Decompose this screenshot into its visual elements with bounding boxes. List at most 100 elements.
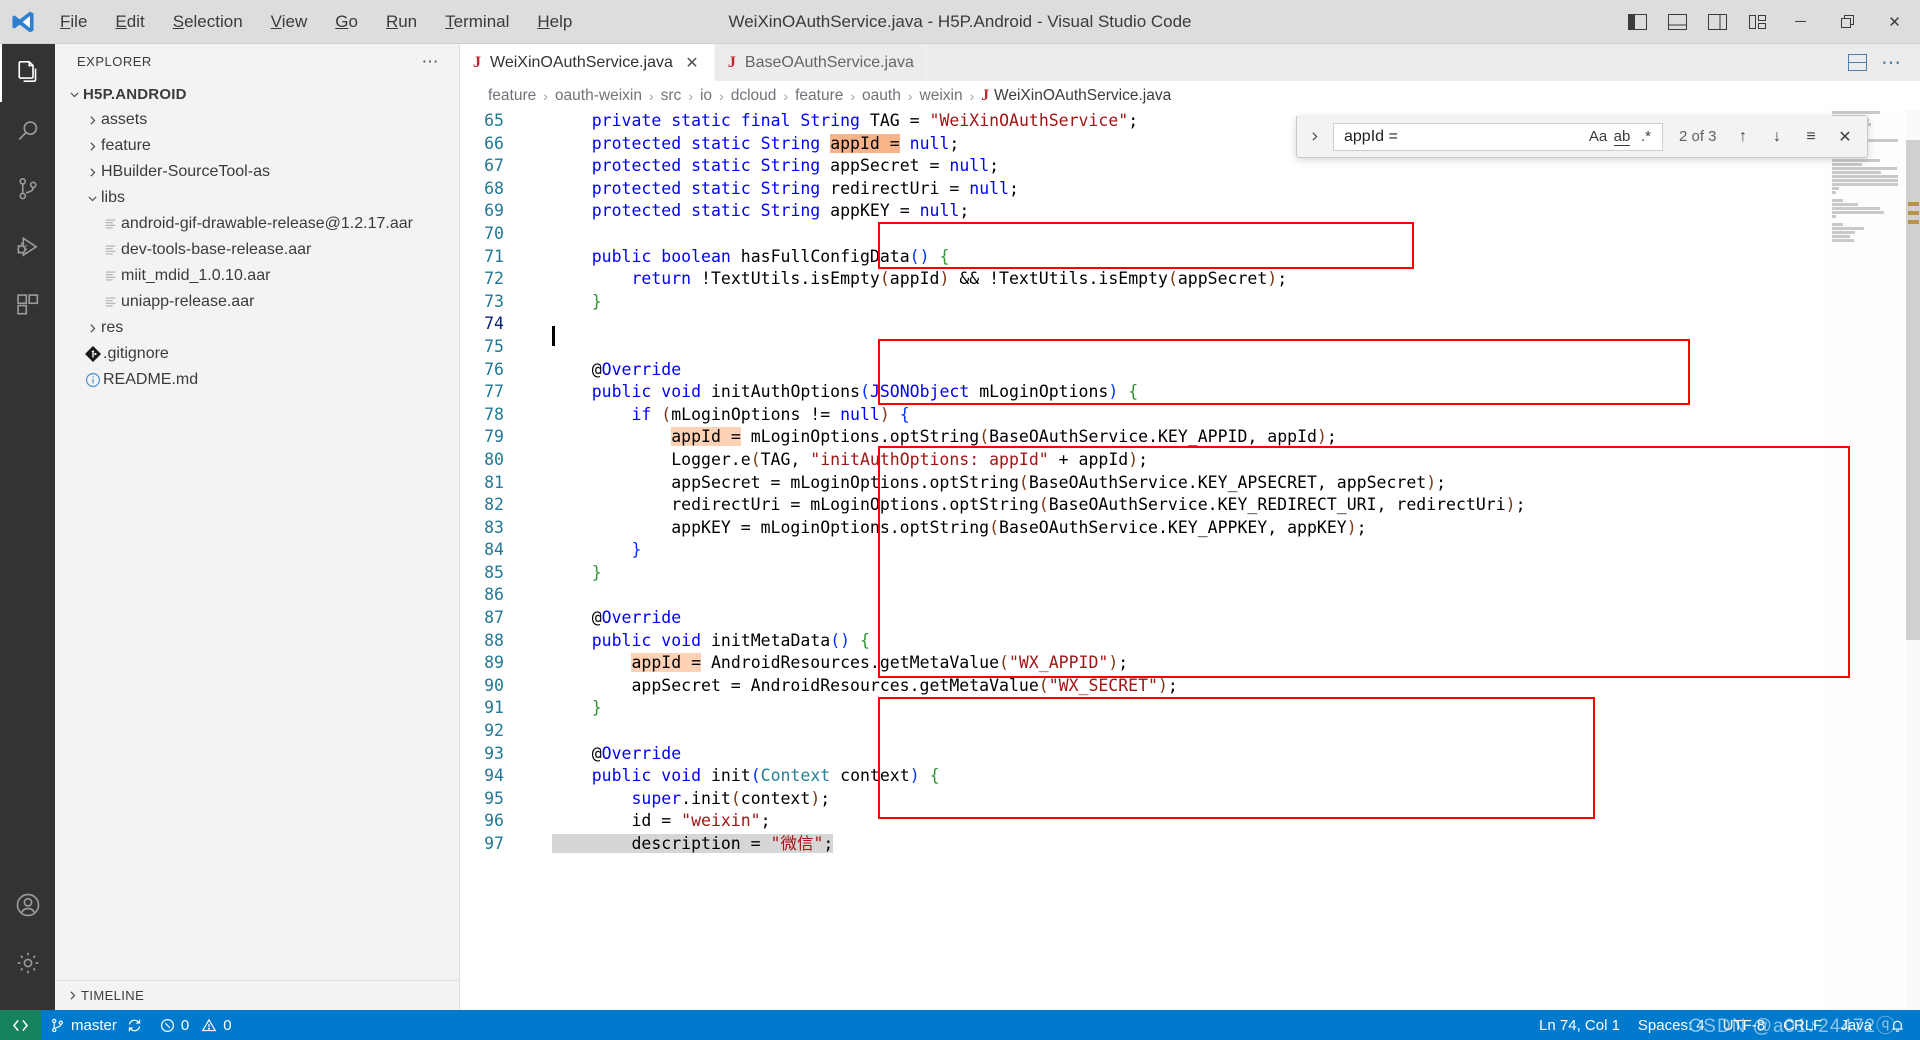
activitybar-item-accounts[interactable] bbox=[0, 876, 55, 934]
code-line[interactable]: 92 bbox=[460, 720, 1920, 743]
use-regex-option[interactable]: .* bbox=[1634, 126, 1658, 148]
breadcrumb-item-feature2[interactable]: feature bbox=[795, 87, 843, 105]
code-line[interactable]: 96 id = "weixin"; bbox=[460, 810, 1920, 833]
status-indentation[interactable]: Spaces: 4 bbox=[1629, 1010, 1714, 1040]
activitybar-item-extensions[interactable] bbox=[0, 276, 55, 334]
status-encoding[interactable]: UTF-8 bbox=[1714, 1010, 1775, 1040]
code-line[interactable]: 83 appKEY = mLoginOptions.optString(Base… bbox=[460, 517, 1920, 540]
toggle-secondary-sidebar-icon[interactable] bbox=[1697, 0, 1737, 44]
window-maximize-button[interactable] bbox=[1824, 0, 1871, 44]
code-line[interactable]: 93 @Override bbox=[460, 743, 1920, 766]
status-eol[interactable]: CRLF bbox=[1774, 1010, 1831, 1040]
code-line[interactable]: 88 public void initMetaData() { bbox=[460, 630, 1920, 653]
menu-terminal[interactable]: Terminal bbox=[431, 8, 523, 36]
find-in-selection-button[interactable]: ≡ bbox=[1797, 123, 1825, 151]
activitybar-item-run-and-debug[interactable] bbox=[0, 218, 55, 276]
code-editor[interactable]: 65 private static final String TAG = "We… bbox=[460, 110, 1920, 1010]
code-line[interactable]: 94 public void init(Context context) { bbox=[460, 765, 1920, 788]
previous-match-button[interactable]: ↑ bbox=[1729, 123, 1757, 151]
menu-edit[interactable]: Edit bbox=[101, 8, 158, 36]
breadcrumb-item-feature[interactable]: feature bbox=[488, 87, 536, 105]
menu-go[interactable]: Go bbox=[321, 8, 372, 36]
tree-item-uniapp-release[interactable]: uniapp-release.aar bbox=[55, 289, 459, 315]
toggle-panel-icon[interactable] bbox=[1657, 0, 1697, 44]
split-editor-down-icon[interactable] bbox=[1842, 44, 1872, 81]
breadcrumb-item-dcloud[interactable]: dcloud bbox=[731, 87, 777, 105]
vertical-scrollbar[interactable] bbox=[1906, 140, 1920, 640]
status-branch[interactable]: master bbox=[41, 1010, 151, 1040]
activitybar-item-manage[interactable] bbox=[0, 934, 55, 992]
toggle-primary-sidebar-icon[interactable] bbox=[1617, 0, 1657, 44]
activitybar-item-search[interactable] bbox=[0, 102, 55, 160]
code-line[interactable]: 79 appId = mLoginOptions.optString(BaseO… bbox=[460, 426, 1920, 449]
menu-view[interactable]: View bbox=[257, 8, 322, 36]
code-line[interactable]: 84 } bbox=[460, 539, 1920, 562]
breadcrumb-item-src[interactable]: src bbox=[661, 87, 682, 105]
code-line[interactable]: 67 protected static String appSecret = n… bbox=[460, 155, 1920, 178]
tree-item-feature[interactable]: feature bbox=[55, 133, 459, 159]
code-line[interactable]: 86 bbox=[460, 584, 1920, 607]
close-icon[interactable]: ✕ bbox=[682, 53, 702, 73]
tree-item-assets[interactable]: assets bbox=[55, 107, 459, 133]
editor-tab-weixinoauthservice[interactable]: J WeiXinOAuthService.java ✕ bbox=[460, 44, 715, 81]
code-line[interactable]: 71 public boolean hasFullConfigData() { bbox=[460, 246, 1920, 269]
status-notifications[interactable] bbox=[1881, 1010, 1914, 1040]
code-line[interactable]: 72 return !TextUtils.isEmpty(appId) && !… bbox=[460, 268, 1920, 291]
tree-item-gitignore[interactable]: .gitignore bbox=[55, 341, 459, 367]
breadcrumb-item-file[interactable]: WeiXinOAuthService.java bbox=[994, 87, 1171, 105]
minimap[interactable] bbox=[1826, 110, 1906, 1010]
window-minimize-button[interactable]: ─ bbox=[1777, 0, 1824, 44]
customize-layout-icon[interactable] bbox=[1737, 0, 1777, 44]
status-language-mode[interactable]: Java bbox=[1831, 1010, 1881, 1040]
tree-item-libs[interactable]: libs bbox=[55, 185, 459, 211]
code-line[interactable]: 75 bbox=[460, 336, 1920, 359]
match-whole-word-option[interactable]: ab bbox=[1610, 126, 1634, 148]
toggle-replace-chevron-right-icon[interactable] bbox=[1301, 130, 1327, 143]
code-line[interactable]: 74 bbox=[460, 313, 1920, 346]
editor-tab-baseoauthservice[interactable]: J BaseOAuthService.java bbox=[714, 44, 927, 81]
code-line[interactable]: 80 Logger.e(TAG, "initAuthOptions: appId… bbox=[460, 449, 1920, 472]
find-input-box[interactable]: Aa ab .* bbox=[1333, 122, 1663, 151]
status-problems[interactable]: 0 0 bbox=[151, 1010, 241, 1040]
menu-file[interactable]: File bbox=[46, 8, 101, 36]
menu-selection[interactable]: Selection bbox=[159, 8, 257, 36]
code-line[interactable]: 82 redirectUri = mLoginOptions.optString… bbox=[460, 494, 1920, 517]
menu-run[interactable]: Run bbox=[372, 8, 431, 36]
activitybar-item-explorer[interactable] bbox=[0, 44, 55, 102]
breadcrumb-item-oauth[interactable]: oauth bbox=[862, 87, 901, 105]
code-line[interactable]: 70 bbox=[460, 223, 1920, 246]
code-line[interactable]: 87 @Override bbox=[460, 607, 1920, 630]
code-line[interactable]: 81 appSecret = mLoginOptions.optString(B… bbox=[460, 472, 1920, 495]
code-line[interactable]: 97 description = "微信"; bbox=[460, 833, 1920, 856]
more-actions-icon[interactable]: ⋯ bbox=[1876, 44, 1906, 81]
overview-ruler[interactable] bbox=[1906, 110, 1920, 1010]
menu-help[interactable]: Help bbox=[523, 8, 586, 36]
tree-item-res[interactable]: res bbox=[55, 315, 459, 341]
window-close-button[interactable]: ✕ bbox=[1871, 0, 1918, 44]
status-cursor-position[interactable]: Ln 74, Col 1 bbox=[1530, 1010, 1629, 1040]
sidebar-more-actions-icon[interactable]: ⋯ bbox=[422, 53, 440, 70]
code-line[interactable]: 85 } bbox=[460, 562, 1920, 585]
code-line[interactable]: 78 if (mLoginOptions != null) { bbox=[460, 404, 1920, 427]
next-match-button[interactable]: ↓ bbox=[1763, 123, 1791, 151]
find-input[interactable] bbox=[1344, 127, 1586, 146]
breadcrumb-item-oauth-weixin[interactable]: oauth-weixin bbox=[555, 87, 642, 105]
code-line[interactable]: 77 public void initAuthOptions(JSONObjec… bbox=[460, 381, 1920, 404]
breadcrumb-item-io[interactable]: io bbox=[700, 87, 712, 105]
tree-item-android-gif-drawable[interactable]: android-gif-drawable-release@1.2.17.aar bbox=[55, 211, 459, 237]
tree-item-hbuilder-sourcetool-as[interactable]: HBuilder-SourceTool-as bbox=[55, 159, 459, 185]
match-case-option[interactable]: Aa bbox=[1586, 126, 1610, 148]
breadcrumb-item-weixin[interactable]: weixin bbox=[920, 87, 963, 105]
code-line[interactable]: 73 } bbox=[460, 291, 1920, 314]
tree-item-miit-mdid[interactable]: miit_mdid_1.0.10.aar bbox=[55, 263, 459, 289]
code-line[interactable]: 69 protected static String appKEY = null… bbox=[460, 200, 1920, 223]
code-line[interactable]: 68 protected static String redirectUri =… bbox=[460, 178, 1920, 201]
tree-item-readme[interactable]: README.md bbox=[55, 367, 459, 393]
close-find-button[interactable]: ✕ bbox=[1831, 123, 1859, 151]
activitybar-item-source-control[interactable] bbox=[0, 160, 55, 218]
code-line[interactable]: 90 appSecret = AndroidResources.getMetaV… bbox=[460, 675, 1920, 698]
code-line[interactable]: 89 appId = AndroidResources.getMetaValue… bbox=[460, 652, 1920, 675]
tree-item-dev-tools-base-release[interactable]: dev-tools-base-release.aar bbox=[55, 237, 459, 263]
tree-root-h5p-android[interactable]: H5P.ANDROID bbox=[55, 81, 459, 107]
code-line[interactable]: 76 @Override bbox=[460, 359, 1920, 382]
